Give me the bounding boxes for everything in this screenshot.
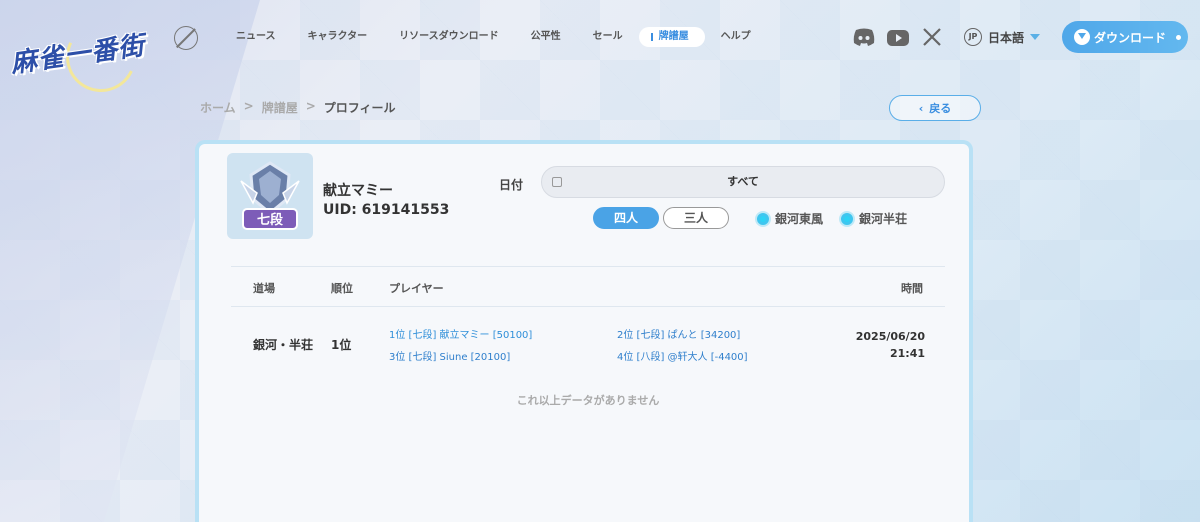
room-east-toggle[interactable]: 銀河東風 xyxy=(755,210,823,227)
row-time: 21:41 xyxy=(889,347,925,360)
room-south-toggle[interactable]: 銀河半荘 xyxy=(839,210,907,227)
player-link[interactable]: 1位 [七段] 献立マミー [50100] xyxy=(389,326,532,341)
column-header-venue: 道場 xyxy=(253,282,275,295)
column-header-players: プレイヤー xyxy=(389,282,444,295)
player-link[interactable]: 4位 [八段] @轩大人 [-4400] xyxy=(617,348,748,363)
table-top-divider xyxy=(231,266,945,267)
mode-three-player-button[interactable]: 三人 xyxy=(663,207,729,229)
profile-card: 七段 献立マミー UID: 619141553 日付 すべて 四人 三人 銀河東… xyxy=(195,140,973,522)
nav-item-fairness[interactable]: 公平性 xyxy=(515,27,577,47)
dot-icon xyxy=(1176,34,1182,40)
rank-badge-text: 七段 xyxy=(257,212,283,228)
player-link[interactable]: 3位 [七段] Siune [20100] xyxy=(389,348,510,363)
calendar-icon xyxy=(552,177,562,187)
language-label: 日本語 xyxy=(988,30,1025,45)
site-header: 麻雀一番街 ニュース キャラクター リソースダウンロード 公平性 セール 牌譜屋… xyxy=(0,0,1200,102)
download-label: ダウンロード xyxy=(1094,30,1167,45)
rank-badge-avatar: 七段 xyxy=(227,153,313,239)
room-east-label: 銀河東風 xyxy=(775,212,824,226)
youtube-icon[interactable] xyxy=(886,28,910,48)
discord-icon[interactable] xyxy=(852,27,876,47)
main-nav: ニュース キャラクター リソースダウンロード 公平性 セール 牌譜屋 ヘルプ xyxy=(220,27,767,47)
breadcrumb-section[interactable]: 牌譜屋 xyxy=(262,99,298,116)
date-filter-label: 日付 xyxy=(499,178,524,192)
nav-item-paifuya[interactable]: 牌譜屋 xyxy=(638,27,705,47)
mode-four-player-button[interactable]: 四人 xyxy=(593,207,659,229)
breadcrumb-separator: > xyxy=(243,99,254,113)
language-selector[interactable]: JP 日本語 xyxy=(964,28,1041,46)
radio-selected-icon xyxy=(839,210,855,227)
breadcrumb: ホーム > 牌譜屋 > プロフィール xyxy=(200,99,396,116)
breadcrumb-home[interactable]: ホーム xyxy=(200,99,236,116)
nav-item-characters[interactable]: キャラクター xyxy=(292,27,384,47)
column-header-rank: 順位 xyxy=(331,282,353,295)
radio-selected-icon xyxy=(755,210,771,227)
row-datetime: 2025/06/20 21:41 xyxy=(856,328,925,362)
back-button[interactable]: ‹ 戻る xyxy=(889,95,981,121)
room-south-label: 銀河半荘 xyxy=(859,212,908,226)
table-header-divider xyxy=(231,306,945,307)
row-venue: 銀河・半荘 xyxy=(253,338,314,352)
chevron-down-icon xyxy=(1030,34,1041,40)
back-label: 戻る xyxy=(929,102,952,115)
no-more-data-message: これ以上データがありません xyxy=(516,394,660,407)
language-code-badge: JP xyxy=(964,28,982,46)
column-header-time: 時間 xyxy=(901,282,923,295)
date-filter-value: すべて xyxy=(727,175,759,188)
player-link[interactable]: 2位 [七段] ぱんと [34200] xyxy=(617,326,740,341)
chevron-left-icon: ‹ xyxy=(918,101,924,115)
breadcrumb-separator: > xyxy=(305,99,316,113)
download-icon xyxy=(1074,29,1090,45)
rank-badge-icon: 七段 xyxy=(240,161,300,230)
profile-uid: UID: 619141553 xyxy=(323,202,450,218)
nav-item-sale[interactable]: セール xyxy=(577,27,639,47)
row-date: 2025/06/20 xyxy=(855,330,925,343)
x-icon[interactable] xyxy=(920,27,944,47)
compass-icon[interactable] xyxy=(174,26,198,50)
row-rank: 1位 xyxy=(331,338,352,352)
nav-item-help[interactable]: ヘルプ xyxy=(705,27,767,47)
date-filter-select[interactable]: すべて xyxy=(541,166,945,198)
download-button[interactable]: ダウンロード xyxy=(1062,21,1188,53)
breadcrumb-current: プロフィール xyxy=(323,101,396,115)
nav-item-resources[interactable]: リソースダウンロード xyxy=(383,27,515,47)
site-logo[interactable]: 麻雀一番街 xyxy=(6,12,147,102)
profile-name: 献立マミー xyxy=(323,183,393,199)
nav-item-news[interactable]: ニュース xyxy=(220,27,292,47)
